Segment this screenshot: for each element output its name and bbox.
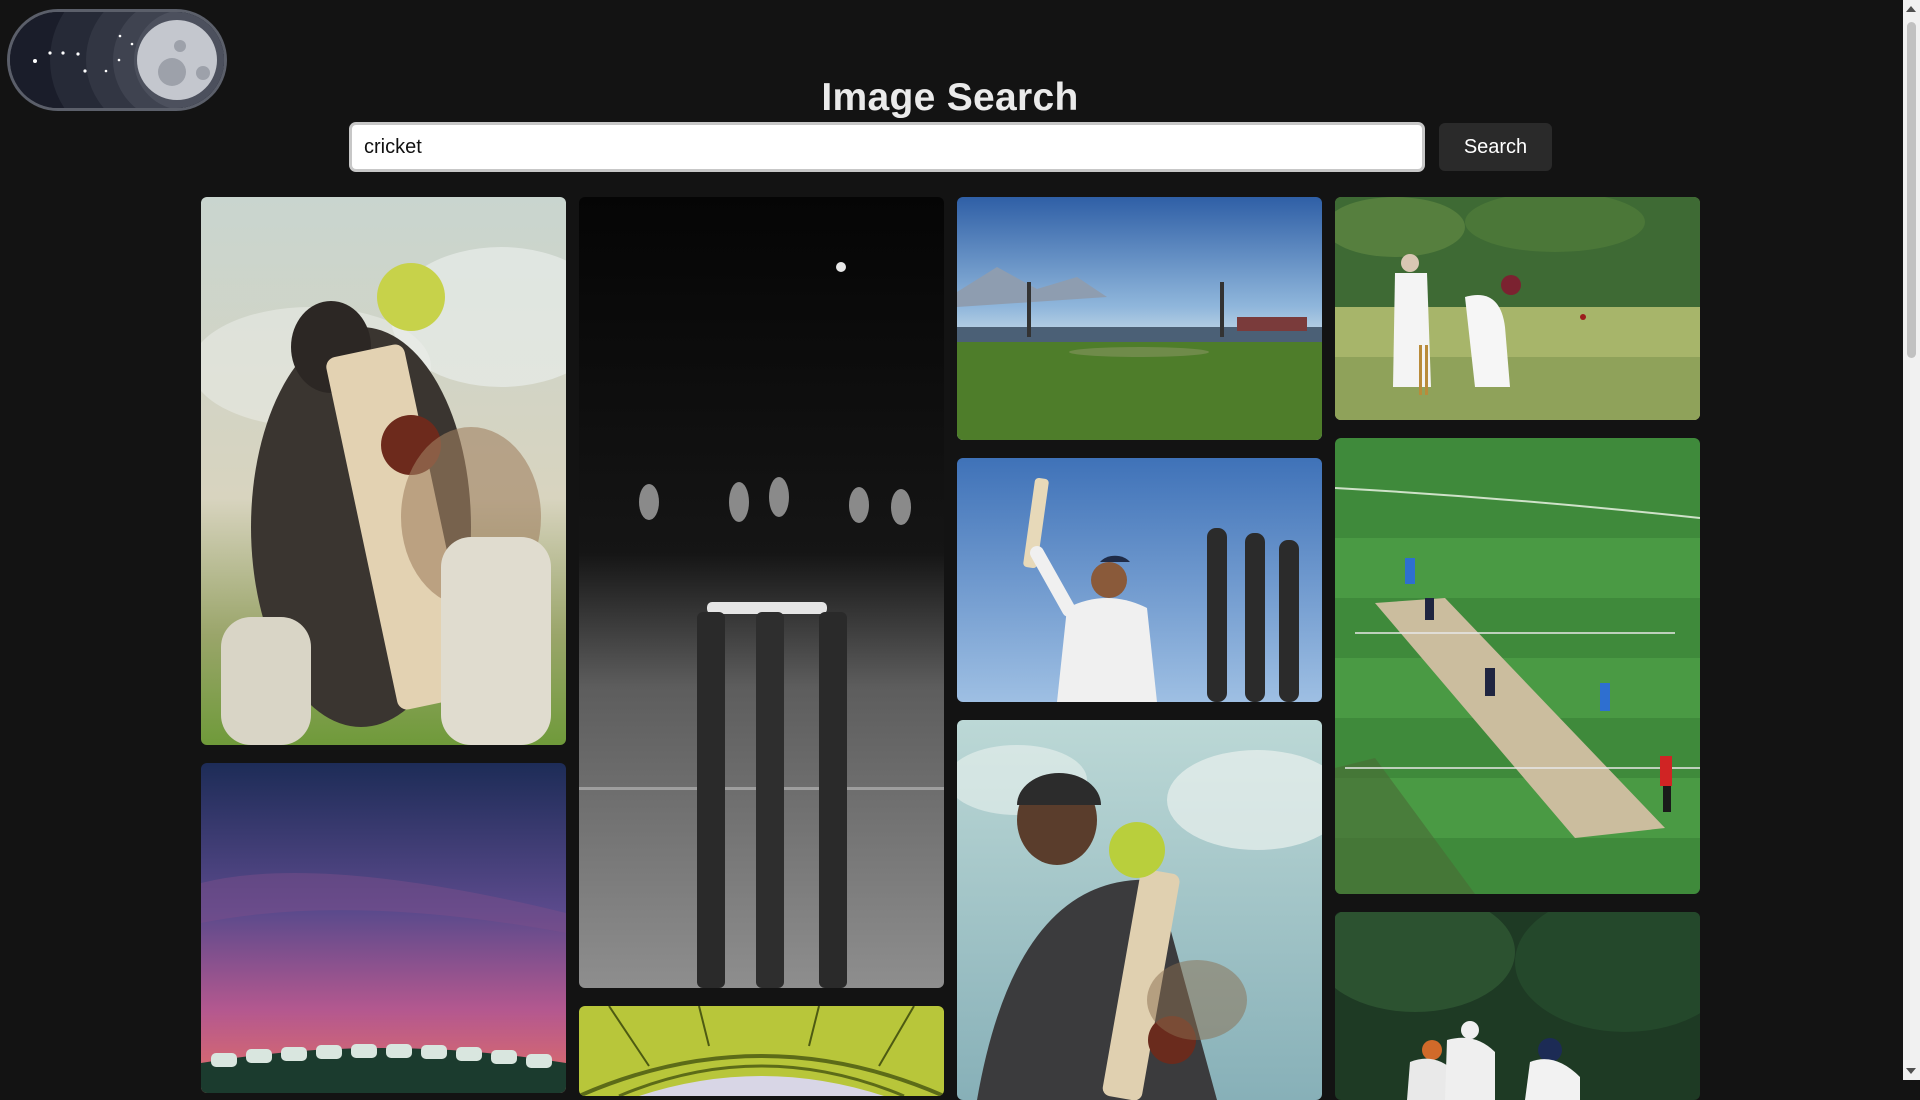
stadium-sunset-image [201,763,566,1093]
stadium-mountains-image [957,197,1322,440]
batsman-ball-image [201,197,566,745]
scroll-down-arrow[interactable] [1906,1068,1916,1074]
aerial-match-image [1335,438,1700,894]
result-batsman-ball-impact[interactable] [201,197,566,745]
result-batsman-celebrating[interactable] [957,458,1322,702]
search-button[interactable]: Search [1439,123,1552,171]
result-wicket-stumps-night[interactable] [579,197,944,988]
result-aerial-match[interactable] [1335,438,1700,894]
stadium-roof-image [579,1006,944,1096]
result-batsman-sky[interactable] [957,720,1322,1100]
batsman-bowled-image [1335,197,1700,420]
search-input[interactable] [349,122,1425,172]
scroll-thumb[interactable] [1907,22,1916,358]
result-stadium-mountains[interactable] [957,197,1322,440]
players-fielding-image [1335,912,1700,1100]
page-title: Image Search [821,76,1079,120]
result-stadium-sunset[interactable] [201,763,566,1093]
result-players-fielding[interactable] [1335,912,1700,1100]
result-batsman-bowled[interactable] [1335,197,1700,420]
batsman-celebrating-image [957,458,1322,702]
scroll-up-arrow[interactable] [1906,6,1916,12]
result-stadium-roof[interactable] [579,1006,944,1096]
wicket-stumps-image [579,197,944,988]
vertical-scrollbar[interactable] [1903,0,1920,1080]
batsman-sky-image [957,720,1322,1100]
